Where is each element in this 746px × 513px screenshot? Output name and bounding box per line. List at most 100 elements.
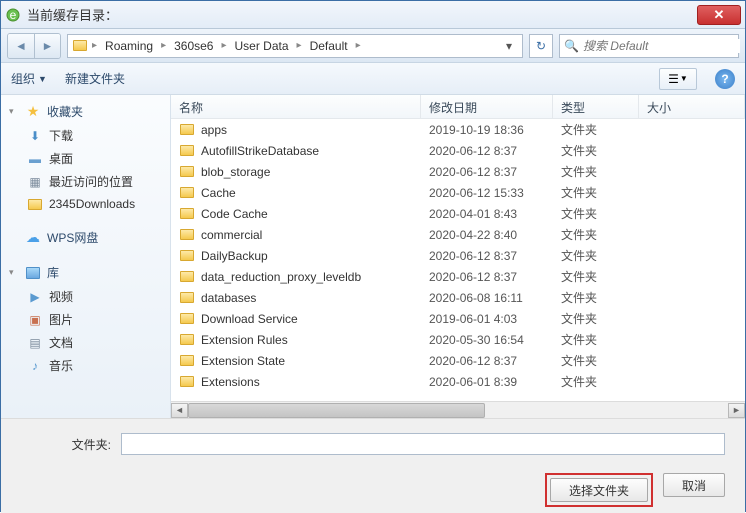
file-name-cell: commercial [171,227,421,243]
file-rows[interactable]: apps2019-10-19 18:36文件夹AutofillStrikeDat… [171,119,745,401]
sidebar-item-desktop[interactable]: ▬桌面 [1,147,170,170]
file-date-cell: 2020-06-12 8:37 [421,144,553,158]
sidebar-favorites-group: ▾ ★ 收藏夹 ⬇下载 ▬桌面 ▦最近访问的位置 2345Downloads [1,99,170,215]
button-row: 选择文件夹 取消 [21,473,725,507]
scroll-left-button[interactable]: ◄ [171,403,188,418]
sidebar-item-2345downloads[interactable]: 2345Downloads [1,193,170,215]
breadcrumb-item[interactable]: Default [306,39,352,53]
file-date-cell: 2020-06-12 8:37 [421,354,553,368]
file-row[interactable]: Extensions2020-06-01 8:39文件夹 [171,371,745,392]
file-list: 名称 修改日期 类型 大小 apps2019-10-19 18:36文件夹Aut… [171,95,745,418]
chevron-down-icon: ▼ [38,74,47,84]
breadcrumb[interactable]: ▸ Roaming ▸ 360se6 ▸ User Data ▸ Default… [67,34,523,58]
file-row[interactable]: databases2020-06-08 16:11文件夹 [171,287,745,308]
chevron-right-icon: ▸ [295,40,304,51]
file-row[interactable]: blob_storage2020-06-12 8:37文件夹 [171,161,745,182]
breadcrumb-item[interactable]: User Data [231,39,293,53]
file-row[interactable]: data_reduction_proxy_leveldb2020-06-12 8… [171,266,745,287]
file-row[interactable]: Extension State2020-06-12 8:37文件夹 [171,350,745,371]
filename-label: 文件夹: [21,436,111,453]
file-row[interactable]: Extension Rules2020-05-30 16:54文件夹 [171,329,745,350]
filename-input[interactable] [121,433,725,455]
file-date-cell: 2019-06-01 4:03 [421,312,553,326]
file-row[interactable]: Code Cache2020-04-01 8:43文件夹 [171,203,745,224]
refresh-button[interactable]: ↻ [529,34,553,58]
navbar: ◄ ► ▸ Roaming ▸ 360se6 ▸ User Data ▸ Def… [1,29,745,63]
file-name-cell: Extensions [171,374,421,390]
select-button-highlight: 选择文件夹 [545,473,653,507]
column-date[interactable]: 修改日期 [421,95,553,118]
file-row[interactable]: DailyBackup2020-06-12 8:37文件夹 [171,245,745,266]
breadcrumb-dropdown[interactable]: ▾ [500,39,518,53]
breadcrumb-item[interactable]: 360se6 [170,39,217,53]
file-type-cell: 文件夹 [553,142,639,159]
file-date-cell: 2020-06-12 8:37 [421,249,553,263]
chevron-right-icon: ▸ [159,40,168,51]
chevron-right-icon: ▸ [219,40,228,51]
file-name-cell: Download Service [171,311,421,327]
file-row[interactable]: commercial2020-04-22 8:40文件夹 [171,224,745,245]
file-row[interactable]: Download Service2019-06-01 4:03文件夹 [171,308,745,329]
column-type[interactable]: 类型 [553,95,639,118]
window-title: 当前缓存目录： [27,5,697,24]
file-row[interactable]: Cache2020-06-12 15:33文件夹 [171,182,745,203]
back-button[interactable]: ◄ [8,34,34,58]
star-icon: ★ [25,104,41,120]
file-date-cell: 2020-06-12 8:37 [421,270,553,284]
sidebar-favorites-header[interactable]: ▾ ★ 收藏夹 [1,99,170,124]
file-date-cell: 2020-06-12 15:33 [421,186,553,200]
sidebar-item-music[interactable]: ♪音乐 [1,354,170,377]
folder-icon [179,311,195,327]
breadcrumb-item[interactable]: Roaming [101,39,157,53]
scroll-right-button[interactable]: ► [728,403,745,418]
recent-icon: ▦ [27,174,43,190]
chevron-down-icon: ▼ [680,74,688,83]
picture-icon: ▣ [27,312,43,328]
file-type-cell: 文件夹 [553,268,639,285]
sidebar-wps-group: ☁ WPS网盘 [1,225,170,250]
sidebar-item-pictures[interactable]: ▣图片 [1,308,170,331]
organize-menu[interactable]: 组织 ▼ [11,70,47,87]
file-name-cell: Extension Rules [171,332,421,348]
file-date-cell: 2020-04-22 8:40 [421,228,553,242]
search-input[interactable] [583,39,740,53]
folder-icon [179,227,195,243]
folder-icon [179,185,195,201]
sidebar-item-recent[interactable]: ▦最近访问的位置 [1,170,170,193]
file-row[interactable]: AutofillStrikeDatabase2020-06-12 8:37文件夹 [171,140,745,161]
library-icon [25,265,41,281]
folder-icon [179,269,195,285]
search-box[interactable]: 🔍 [559,34,739,58]
file-name-cell: blob_storage [171,164,421,180]
app-icon: e [5,7,21,23]
sidebar-libraries-header[interactable]: ▾ 库 [1,260,170,285]
filename-row: 文件夹: [21,433,725,455]
folder-icon [179,206,195,222]
folder-icon [179,122,195,138]
chevron-right-icon: ▸ [354,40,363,51]
horizontal-scrollbar[interactable]: ◄ ► [171,401,745,418]
sidebar-wps-header[interactable]: ☁ WPS网盘 [1,225,170,250]
sidebar-item-videos[interactable]: ▶视频 [1,285,170,308]
file-type-cell: 文件夹 [553,184,639,201]
close-button[interactable]: ✕ [697,5,741,25]
view-mode-button[interactable]: ☰ ▼ [659,68,697,90]
file-row[interactable]: apps2019-10-19 18:36文件夹 [171,119,745,140]
scroll-thumb[interactable] [188,403,485,418]
forward-button[interactable]: ► [34,34,60,58]
column-name[interactable]: 名称 [171,95,421,118]
help-button[interactable]: ? [715,69,735,89]
cloud-icon: ☁ [25,230,41,246]
new-folder-button[interactable]: 新建文件夹 [65,70,125,87]
cancel-button[interactable]: 取消 [663,473,725,497]
column-size[interactable]: 大小 [639,95,745,118]
scroll-track[interactable] [188,403,728,418]
file-type-cell: 文件夹 [553,247,639,264]
file-type-cell: 文件夹 [553,121,639,138]
select-folder-button[interactable]: 选择文件夹 [550,478,648,502]
nav-back-forward: ◄ ► [7,33,61,59]
folder-icon [27,196,43,212]
file-date-cell: 2019-10-19 18:36 [421,123,553,137]
sidebar-item-documents[interactable]: ▤文档 [1,331,170,354]
sidebar-item-downloads[interactable]: ⬇下载 [1,124,170,147]
